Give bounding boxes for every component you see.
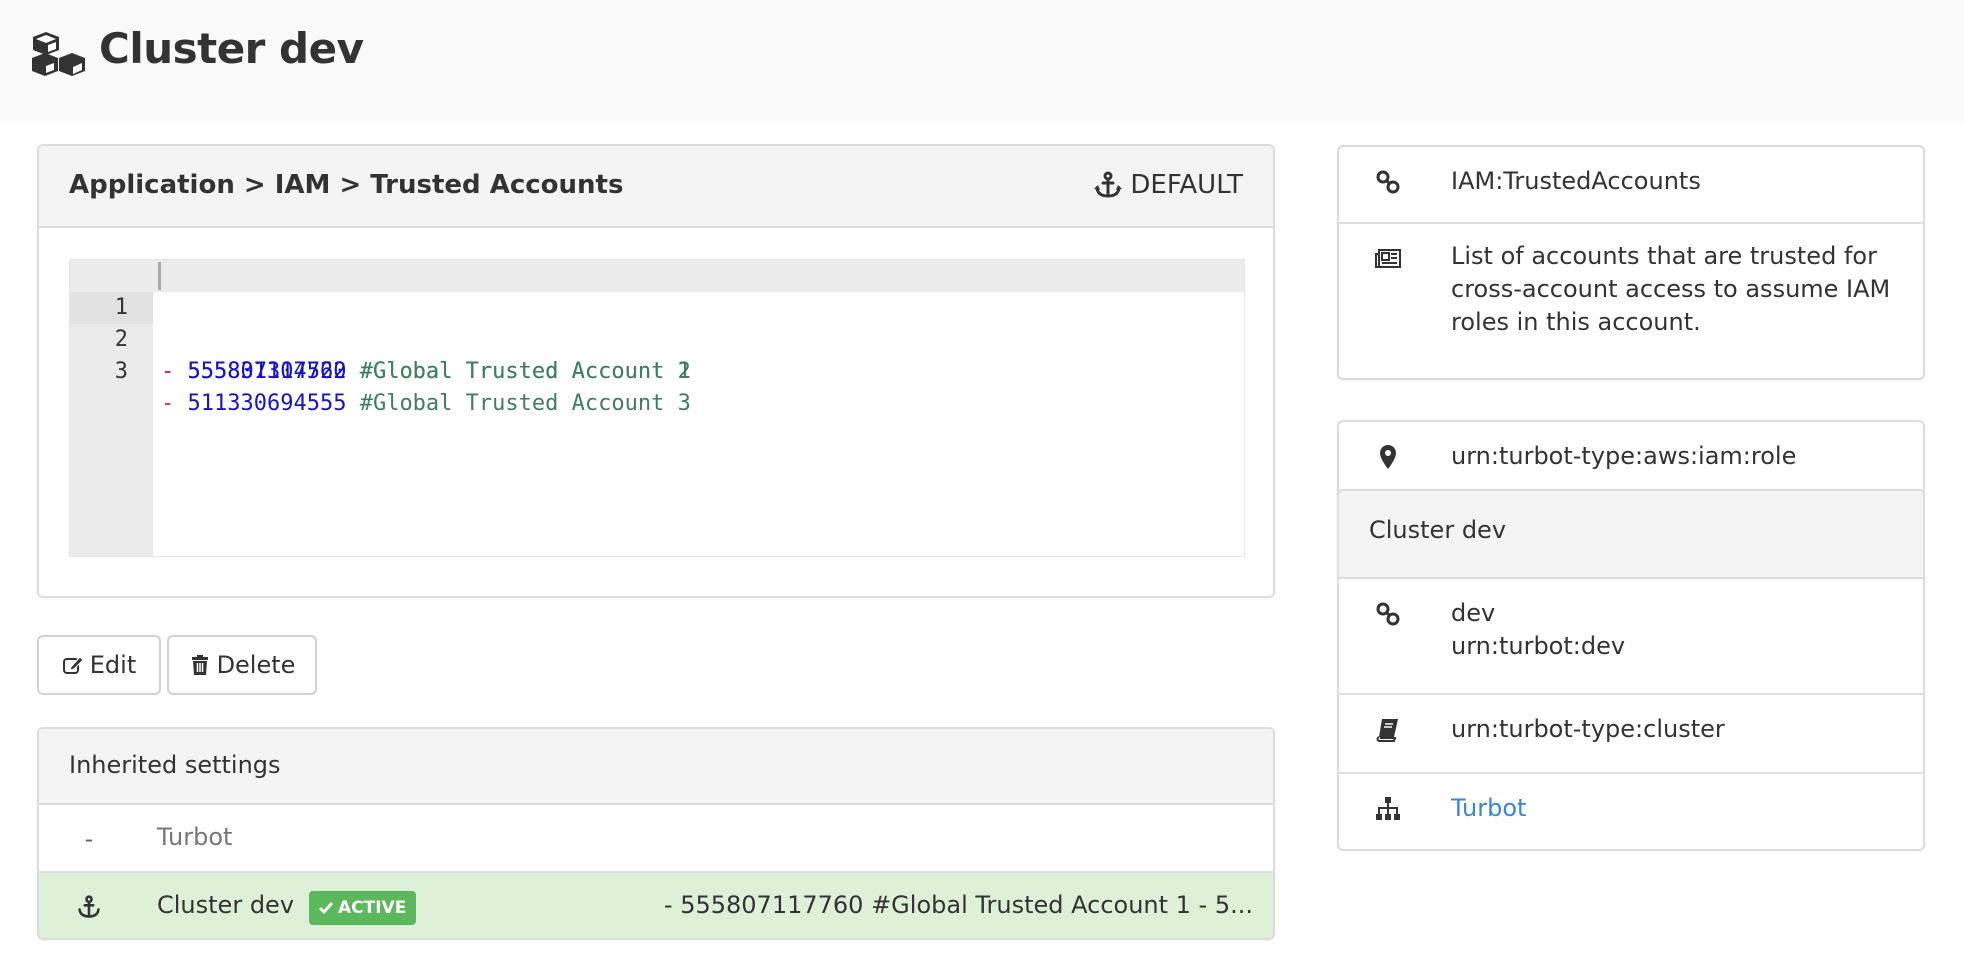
map-marker-icon bbox=[1380, 445, 1396, 469]
link-icon bbox=[1376, 170, 1400, 194]
account-id: 511330694555 bbox=[187, 391, 347, 416]
line-number: 3 bbox=[114, 359, 128, 384]
active-badge: ACTIVE bbox=[309, 891, 417, 925]
row-marker bbox=[39, 873, 139, 938]
policy-info-card: IAM:TrustedAccounts List of accounts tha… bbox=[1337, 145, 1925, 380]
inherited-settings-card: Inherited settings - Turbot Cluster dev … bbox=[37, 727, 1275, 940]
parent-link[interactable]: Turbot bbox=[1451, 794, 1526, 822]
newspaper-icon bbox=[1375, 249, 1401, 268]
resource-urn: urn:turbot:dev bbox=[1451, 632, 1626, 660]
row-name: Turbot bbox=[157, 823, 233, 851]
page-header: Cluster dev bbox=[0, 0, 1964, 123]
yaml-comment: #Global Trusted Account 2 bbox=[359, 359, 691, 384]
line-code: - 555831304522 #Global Trusted Account 2 bbox=[161, 356, 691, 388]
editor-line[interactable]: 2 - 555831304522 #Global Trusted Account… bbox=[70, 292, 1244, 384]
badge-label: ACTIVE bbox=[338, 898, 407, 918]
row-marker: - bbox=[84, 825, 94, 853]
inherited-settings-title: Inherited settings bbox=[69, 751, 281, 779]
target-type: urn:turbot-type:aws:iam:role bbox=[1451, 442, 1797, 470]
text-cursor bbox=[158, 262, 161, 290]
edit-icon bbox=[62, 656, 84, 674]
yaml-dash: - bbox=[161, 359, 175, 384]
resource-card: Cluster dev dev urn:turbot:dev urn:turbo… bbox=[1337, 489, 1925, 851]
delete-label: Delete bbox=[216, 651, 296, 679]
delete-button[interactable]: Delete bbox=[167, 635, 317, 695]
editor-line[interactable]: 1 - 555807117760 #Global Trusted Account… bbox=[70, 260, 1244, 384]
inherited-row[interactable]: - Turbot bbox=[39, 805, 1273, 873]
editor-line[interactable]: 3 - 511330694555 #Global Trusted Account… bbox=[70, 324, 1244, 416]
inherited-row-active[interactable]: Cluster dev ACTIVE - 555807117760 #Globa… bbox=[39, 873, 1273, 938]
link-icon bbox=[1376, 602, 1400, 626]
policy-card-header: Application > IAM > Trusted Accounts DEF… bbox=[39, 146, 1273, 228]
resource-type: urn:turbot-type:cluster bbox=[1451, 715, 1725, 743]
cubes-icon bbox=[32, 32, 85, 76]
policy-name: IAM:TrustedAccounts bbox=[1451, 167, 1701, 195]
row-value: - 555807117760 #Global Trusted Account 1… bbox=[663, 891, 1253, 919]
book-icon bbox=[1376, 719, 1398, 742]
resource-card-header: Cluster dev bbox=[1339, 491, 1923, 579]
anchor-icon bbox=[78, 895, 100, 918]
yaml-dash: - bbox=[161, 391, 175, 416]
policy-name-row: IAM:TrustedAccounts bbox=[1339, 147, 1923, 224]
page-title: Cluster dev bbox=[99, 24, 364, 73]
check-icon bbox=[319, 902, 333, 915]
policy-description: List of accounts that are trusted for cr… bbox=[1451, 242, 1891, 336]
yaml-comment: #Global Trusted Account 3 bbox=[359, 391, 691, 416]
inherited-settings-header: Inherited settings bbox=[39, 729, 1273, 805]
resource-name: dev bbox=[1451, 599, 1496, 627]
edit-label: Edit bbox=[89, 651, 137, 679]
resource-parent-row: Turbot bbox=[1339, 774, 1923, 849]
row-name: Cluster dev bbox=[157, 891, 295, 919]
description-row: List of accounts that are trusted for cr… bbox=[1339, 224, 1923, 357]
breadcrumb: Application > IAM > Trusted Accounts bbox=[69, 170, 624, 200]
line-code: - 511330694555 #Global Trusted Account 3 bbox=[161, 388, 691, 420]
resource-type-row: urn:turbot-type:cluster bbox=[1339, 695, 1923, 774]
resource-id-row: dev urn:turbot:dev bbox=[1339, 579, 1923, 695]
trash-icon bbox=[191, 655, 208, 675]
account-id: 555831304522 bbox=[187, 359, 347, 384]
policy-card: Application > IAM > Trusted Accounts DEF… bbox=[37, 144, 1275, 598]
target-type-row: urn:turbot-type:aws:iam:role bbox=[1339, 422, 1923, 499]
default-tag: DEFAULT bbox=[1094, 170, 1243, 200]
yaml-editor[interactable]: 1 - 555807117760 #Global Trusted Account… bbox=[69, 259, 1245, 557]
sitemap-icon bbox=[1376, 797, 1400, 820]
anchor-icon bbox=[1094, 171, 1123, 198]
resource-title: Cluster dev bbox=[1369, 516, 1507, 544]
default-label: DEFAULT bbox=[1130, 170, 1243, 200]
edit-button[interactable]: Edit bbox=[37, 635, 161, 695]
